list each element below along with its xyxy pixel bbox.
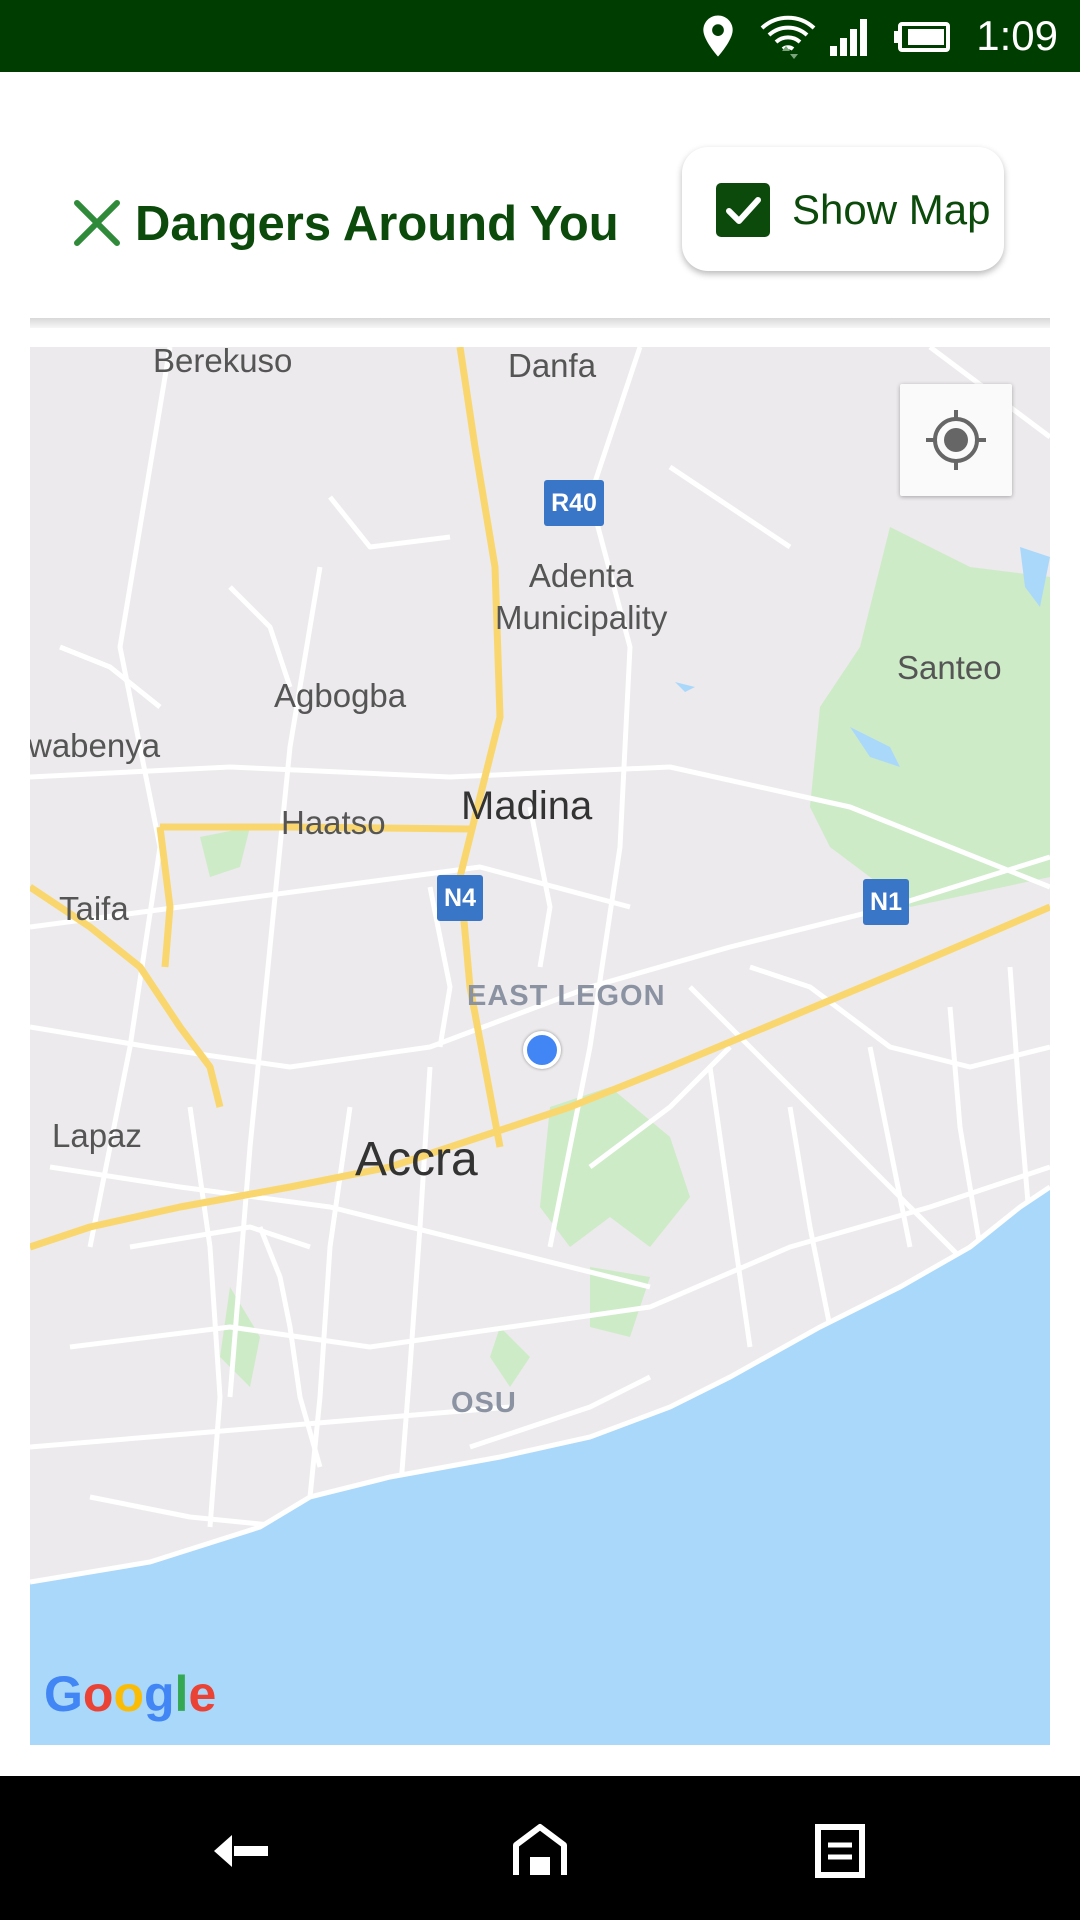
map-label-berekuso: Berekuso xyxy=(153,347,293,379)
cell-signal-icon xyxy=(830,19,867,56)
my-location-icon xyxy=(926,410,986,470)
google-logo: Google xyxy=(44,1666,217,1722)
my-location-button[interactable] xyxy=(900,384,1012,496)
back-button[interactable] xyxy=(200,1811,280,1891)
map-label-accra: Accra xyxy=(355,1133,478,1186)
show-map-label: Show Map xyxy=(792,186,991,233)
map-label-taifa: Taifa xyxy=(59,890,129,927)
location-pin-icon xyxy=(703,15,733,57)
checkmark-icon xyxy=(726,197,761,224)
map-label-santeo: Santeo xyxy=(897,649,1002,686)
user-location-marker xyxy=(523,1031,561,1069)
home-button[interactable] xyxy=(500,1811,580,1891)
water-body xyxy=(675,682,695,692)
map-label-lapaz: Lapaz xyxy=(52,1117,142,1154)
recents-button[interactable] xyxy=(800,1811,880,1891)
page-title: Dangers Around You xyxy=(135,197,619,251)
map-label-east-legon: EAST LEGON xyxy=(467,980,666,1012)
status-time: 1:09 xyxy=(976,12,1058,59)
map-label-haatso: Haatso xyxy=(281,804,386,841)
park-area xyxy=(490,1327,530,1387)
wifi-icon xyxy=(760,15,816,59)
close-button[interactable] xyxy=(72,198,122,248)
navigation-bar xyxy=(0,1776,1080,1920)
sea xyxy=(30,1187,1050,1745)
map-label-agbogba: Agbogba xyxy=(274,677,407,714)
close-icon xyxy=(74,200,120,246)
recents-icon xyxy=(815,1824,865,1878)
map-label-osu: OSU xyxy=(451,1387,517,1419)
map-view[interactable]: Berekuso Danfa Adenta Municipality Sante… xyxy=(30,347,1050,1745)
show-map-checkbox[interactable] xyxy=(716,183,770,237)
show-map-toggle[interactable]: Show Map xyxy=(682,147,1004,271)
map-label-madina: Madina xyxy=(461,784,593,828)
home-icon xyxy=(513,1824,567,1875)
road-shield-r40: R40 xyxy=(544,480,604,526)
map-label-adenta: Adenta Municipality xyxy=(495,555,667,639)
road-shield-n4: N4 xyxy=(437,875,483,921)
park-area xyxy=(810,527,1050,907)
park-area xyxy=(200,827,250,877)
road-shield-n1: N1 xyxy=(863,879,909,925)
map-label-wabenya: wabenya xyxy=(30,727,161,764)
map-label-adenta-text: Adenta Municipality xyxy=(495,557,668,636)
map-label-danfa: Danfa xyxy=(508,347,597,384)
back-icon xyxy=(214,1835,268,1867)
battery-icon xyxy=(894,22,950,52)
status-bar: 1:09 xyxy=(0,0,1080,72)
map-divider xyxy=(30,318,1050,328)
